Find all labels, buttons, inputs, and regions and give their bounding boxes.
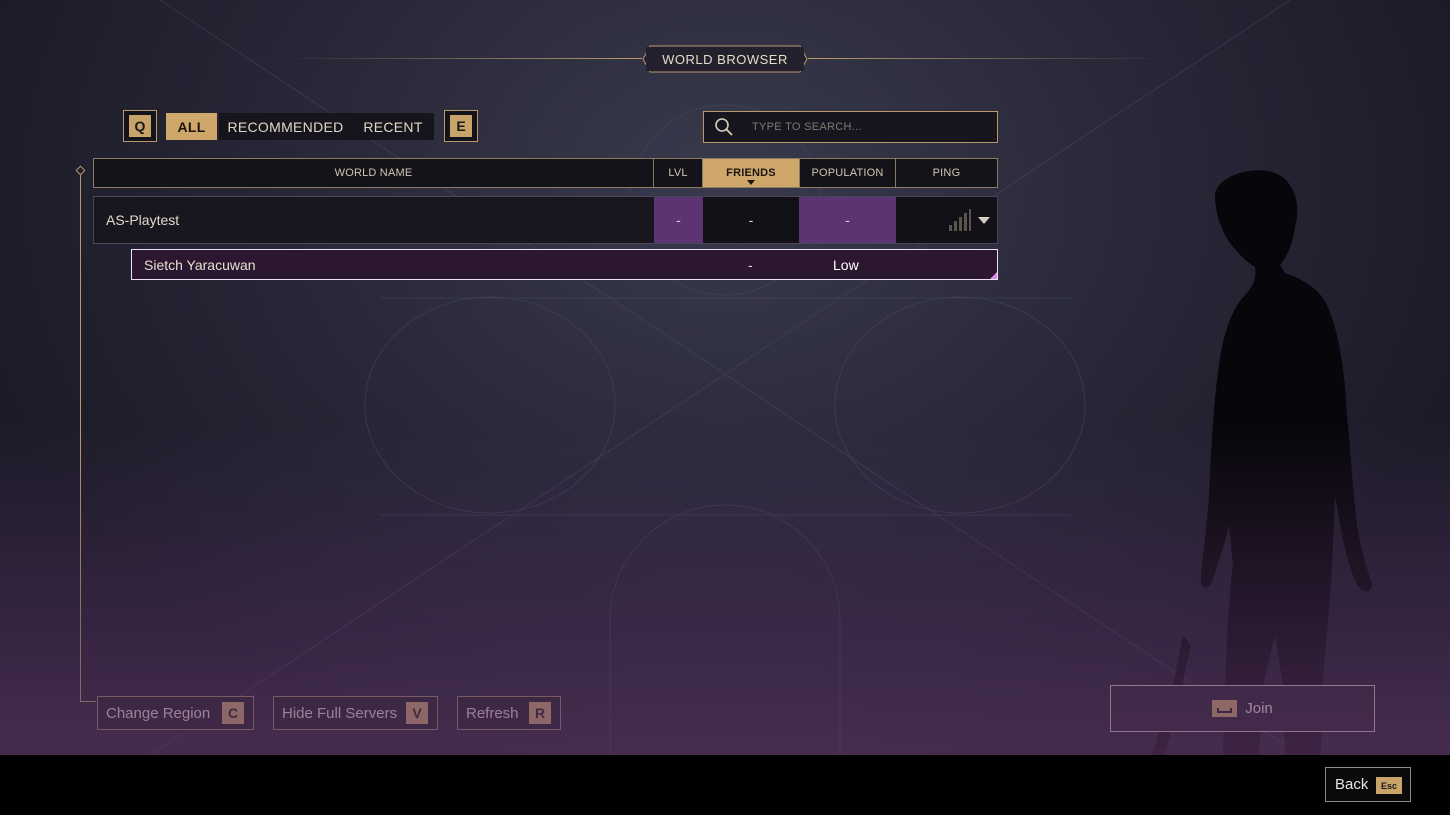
hide-full-servers-key: V (406, 702, 428, 724)
selection-corner-mark (990, 272, 997, 279)
back-button[interactable]: Back Esc (1325, 767, 1411, 802)
column-population[interactable]: POPULATION (799, 158, 896, 188)
column-lvl[interactable]: LVL (653, 158, 703, 188)
bottom-bar (0, 755, 1450, 815)
next-tab-key-label: E (450, 115, 472, 137)
group-lvl: - (654, 197, 703, 243)
search-input[interactable] (752, 121, 972, 133)
change-region-label: Change Region (106, 704, 211, 722)
refresh-key: R (529, 702, 551, 724)
table-row-server[interactable]: Sietch Yaracuwan - Low (131, 249, 998, 280)
table-header: WORLD NAME LVL FRIENDS POPULATION PING (93, 158, 998, 188)
title-rule-left (280, 58, 642, 59)
expand-chevron-icon[interactable] (977, 215, 991, 225)
title-rule-right (808, 58, 1170, 59)
table-row-group[interactable]: AS-Playtest - - - (93, 196, 998, 244)
spacebar-icon (1212, 700, 1238, 717)
sort-caret-icon (747, 180, 755, 185)
search-icon (715, 118, 733, 136)
join-label: Join (1245, 700, 1273, 717)
change-region-button[interactable]: Change Region C (97, 696, 254, 730)
column-world-name[interactable]: WORLD NAME (93, 158, 654, 188)
join-button[interactable]: Join (1110, 685, 1375, 732)
group-population: - (799, 197, 896, 243)
column-ping[interactable]: PING (895, 158, 998, 188)
character-silhouette (1151, 170, 1372, 755)
prev-tab-key[interactable]: Q (123, 110, 157, 142)
tree-guide-foot (80, 701, 96, 702)
hide-full-servers-label: Hide Full Servers (282, 704, 398, 722)
tab-recommended[interactable]: RECOMMENDED (219, 113, 352, 140)
group-ping (896, 197, 997, 243)
group-friends: - (703, 197, 799, 243)
hide-full-servers-button[interactable]: Hide Full Servers V (273, 696, 438, 730)
tree-guide-line (80, 172, 81, 702)
server-world-name: Sietch Yaracuwan (144, 256, 256, 273)
column-friends-label: FRIENDS (726, 167, 776, 179)
refresh-button[interactable]: Refresh R (457, 696, 561, 730)
group-world-name: AS-Playtest (106, 212, 180, 228)
server-friends: - (748, 256, 753, 273)
prev-tab-key-label: Q (129, 115, 151, 137)
search-box[interactable] (703, 111, 998, 143)
refresh-label: Refresh (466, 704, 519, 722)
server-population: Low (833, 256, 859, 273)
world-browser-screen: WORLD BROWSER Q ALL RECOMMENDED RECENT E… (0, 0, 1450, 755)
next-tab-key[interactable]: E (444, 110, 478, 142)
signal-bars-icon (949, 209, 971, 231)
page-title: WORLD BROWSER (646, 47, 804, 71)
tab-all[interactable]: ALL (166, 113, 217, 140)
column-friends[interactable]: FRIENDS (702, 158, 800, 188)
back-label: Back (1335, 776, 1369, 793)
back-key: Esc (1376, 777, 1402, 794)
change-region-key: C (222, 702, 244, 724)
tab-recent[interactable]: RECENT (352, 113, 434, 140)
